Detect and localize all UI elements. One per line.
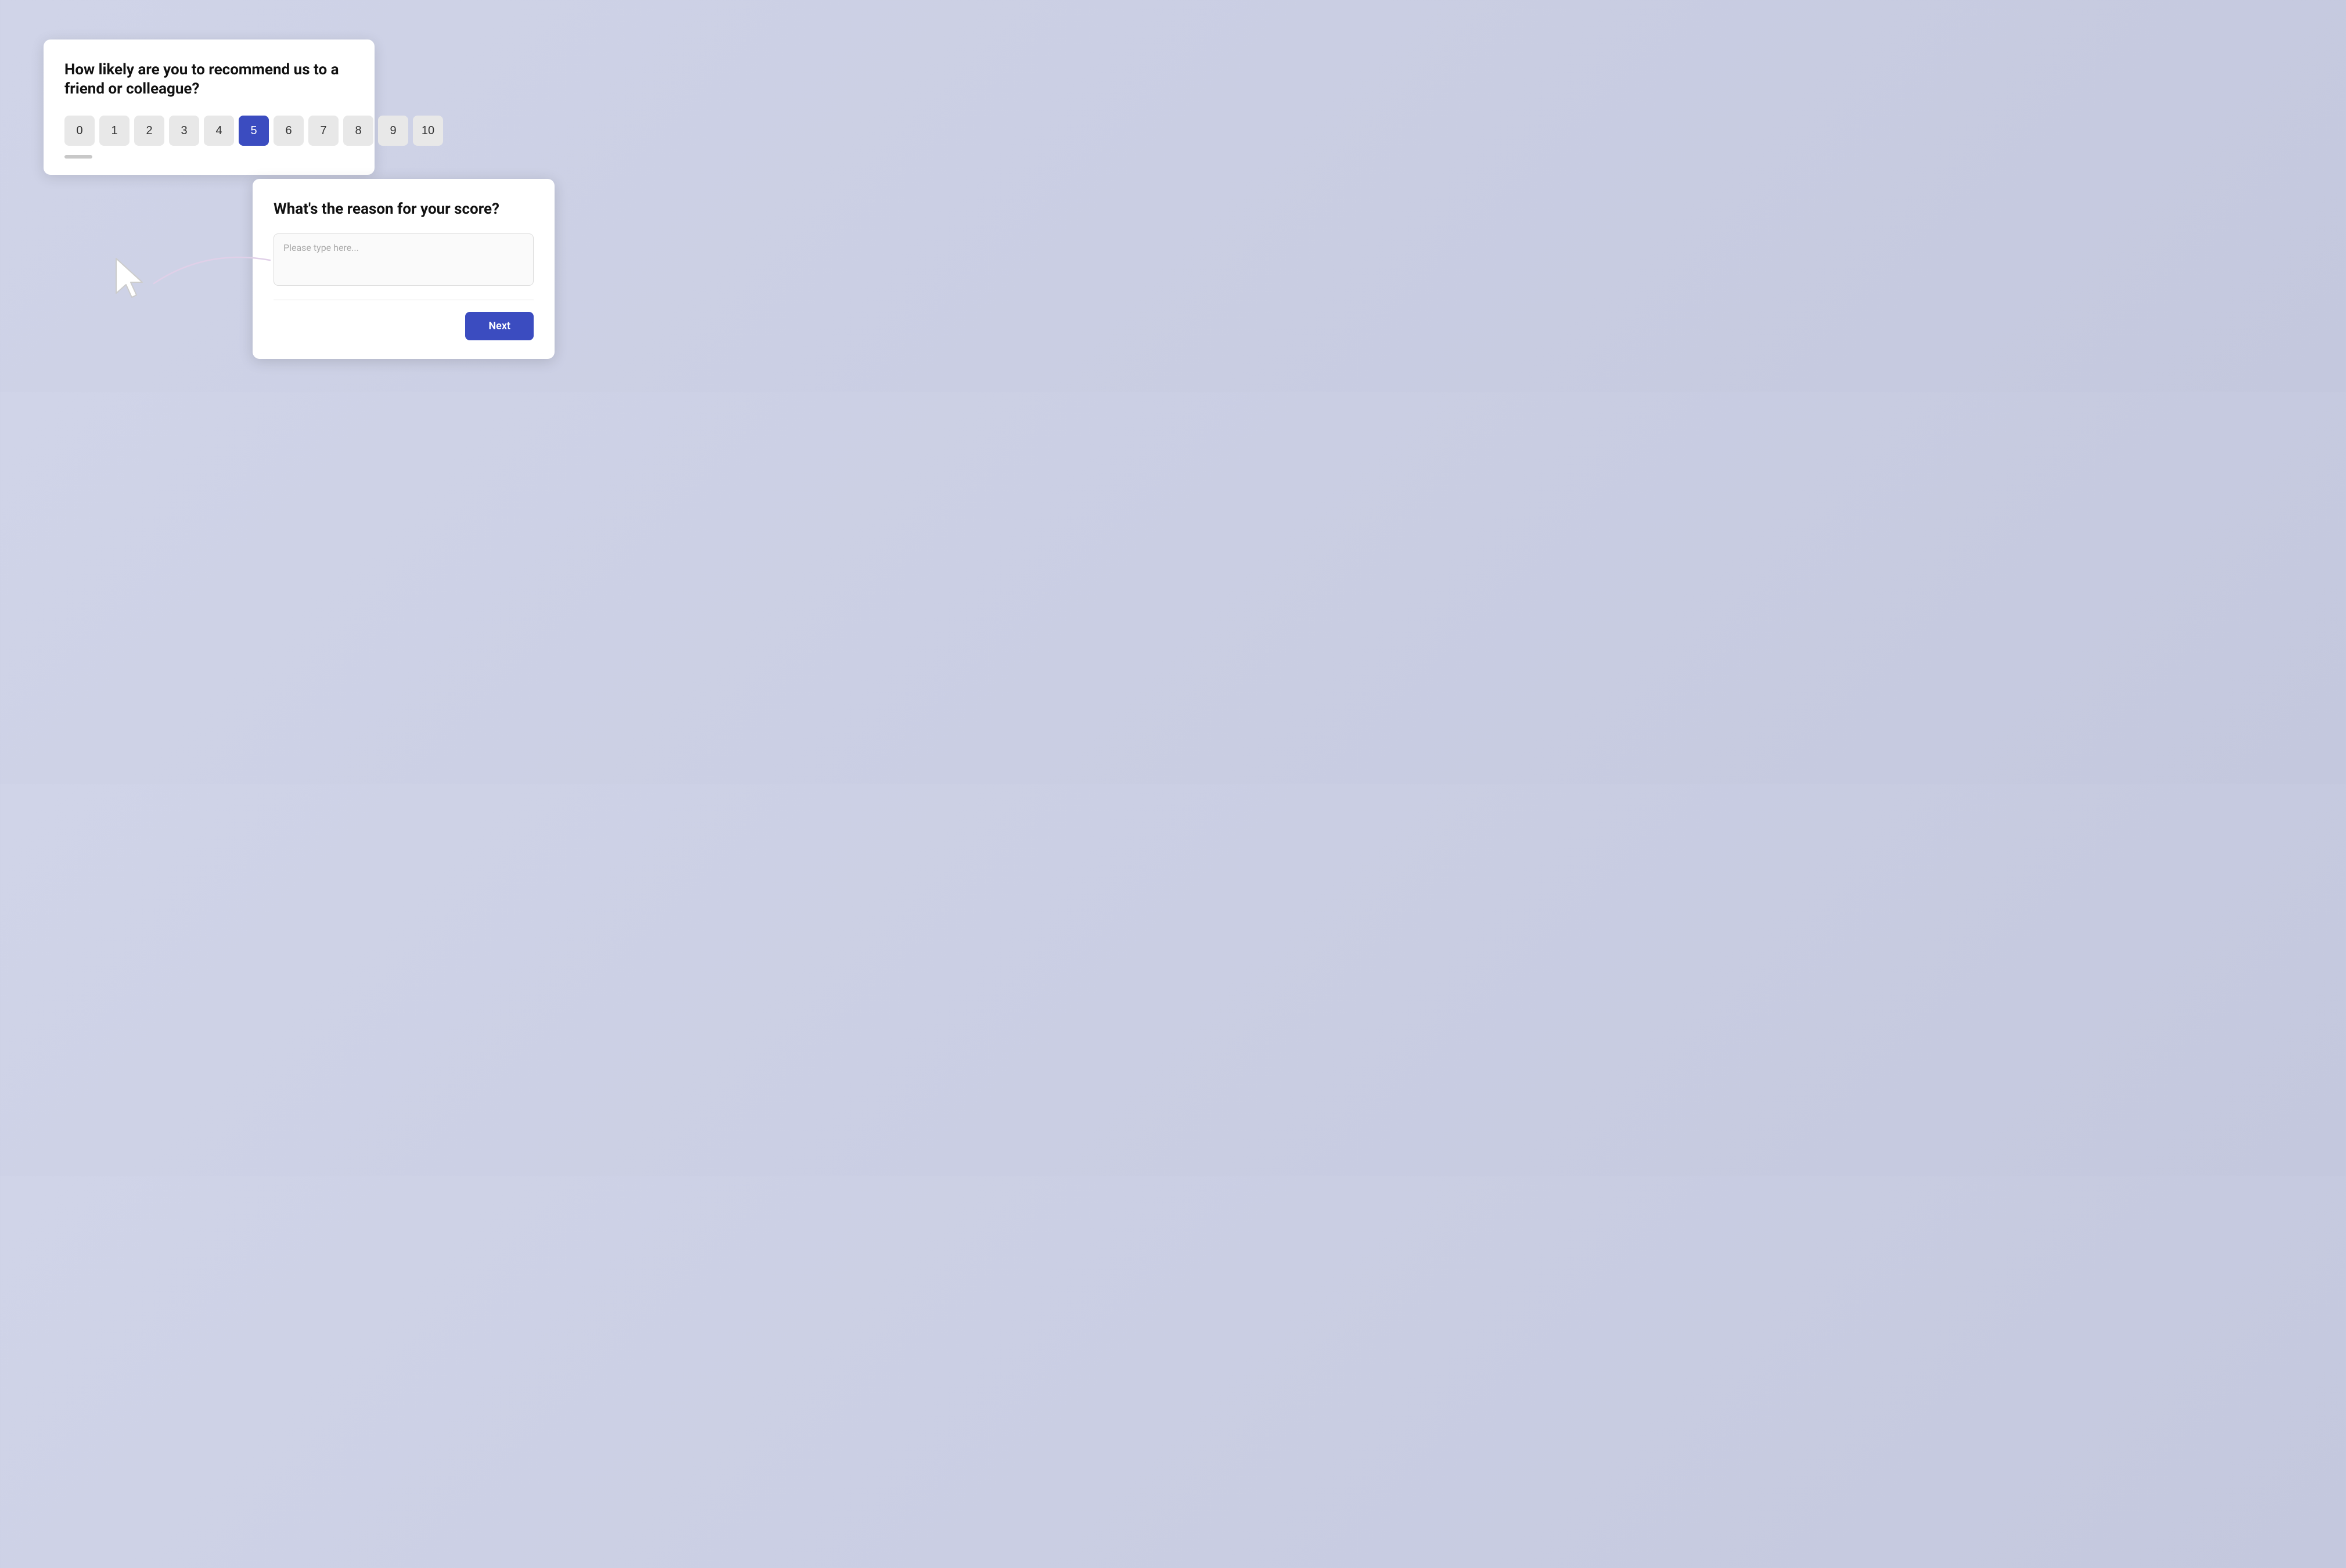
scene: How likely are you to recommend us to a … [32,28,555,365]
score-btn-7[interactable]: 7 [308,116,339,146]
cursor-arrow [113,256,154,302]
score-btn-8[interactable]: 8 [343,116,373,146]
score-btn-5[interactable]: 5 [239,116,269,146]
score-buttons-container: 0 1 2 3 4 5 6 7 8 9 10 [64,116,354,146]
next-button[interactable]: Next [465,312,534,340]
score-btn-1[interactable]: 1 [99,116,129,146]
reason-card: What's the reason for your score? Next [253,179,555,359]
score-btn-6[interactable]: 6 [274,116,304,146]
score-btn-0[interactable]: 0 [64,116,95,146]
score-btn-4[interactable]: 4 [204,116,234,146]
nps-card: How likely are you to recommend us to a … [44,39,375,175]
reason-card-footer: Next [274,312,534,340]
nps-question: How likely are you to recommend us to a … [64,60,354,100]
score-btn-9[interactable]: 9 [378,116,408,146]
reason-question: What's the reason for your score? [274,200,534,220]
score-btn-3[interactable]: 3 [169,116,199,146]
reason-textarea[interactable] [274,233,534,286]
score-btn-10[interactable]: 10 [413,116,443,146]
score-btn-2[interactable]: 2 [134,116,164,146]
nps-card-footer [64,155,92,159]
curved-line [148,237,276,295]
